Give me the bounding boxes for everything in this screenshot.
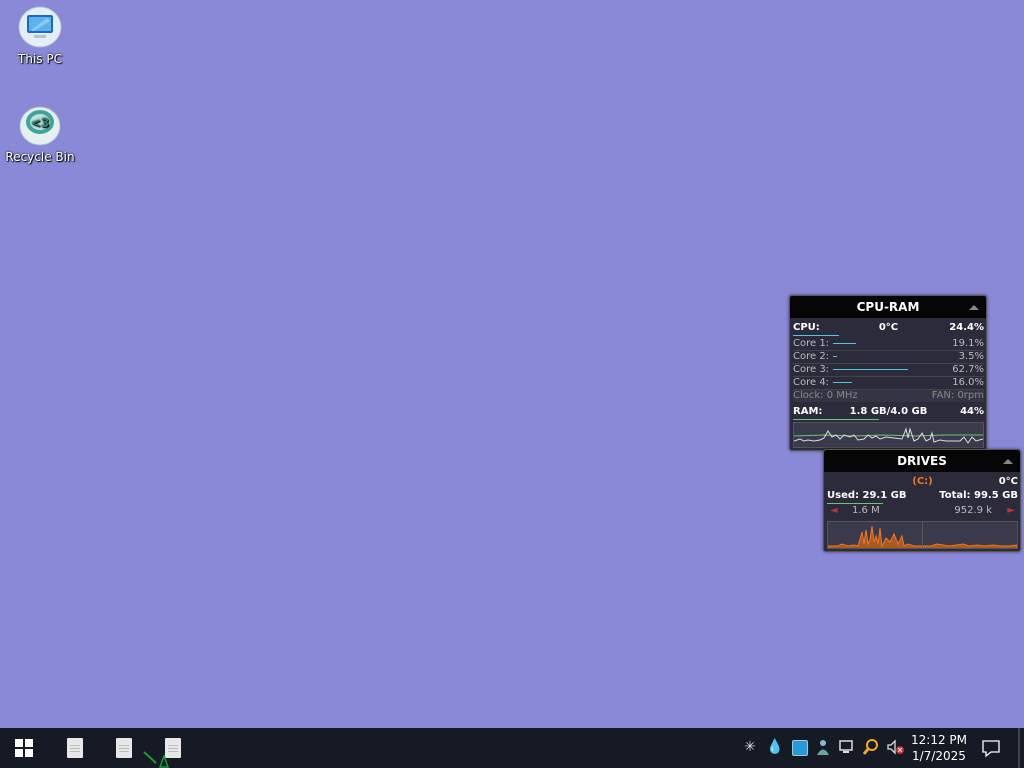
file-icon (67, 738, 83, 758)
clock-time: 12:12 PM (911, 733, 967, 747)
ram-row: RAM: 1.8 GB/4.0 GB 44% (793, 405, 984, 420)
file-icon (116, 738, 132, 758)
drives-title: DRIVES (897, 454, 947, 468)
core-label: Core 3: (793, 364, 830, 375)
clock-speed: Clock: 0 MHz (793, 390, 858, 401)
taskbar-app-button[interactable] (102, 728, 146, 768)
core-value: 16.0% (952, 377, 984, 388)
taskbar-clock[interactable]: 12:12 PM 1/7/2025 (908, 732, 970, 764)
cpu-row: CPU: 0°C 24.4% (793, 321, 984, 336)
drive-used: Used: 29.1 GB (827, 490, 907, 501)
volume-muted-icon[interactable] (886, 738, 904, 756)
core-bar (833, 382, 852, 383)
io-row: ◄ 1.6 M 952.9 k ► (827, 504, 1018, 518)
cpu-ram-gadget[interactable]: CPU-RAM CPU: 0°C 24.4% Core 1: 19.1% Cor… (789, 295, 987, 451)
drive-row: (C:) 0°C (827, 475, 1018, 489)
monitor-icon (17, 4, 63, 50)
write-arrow-icon: ► (1007, 505, 1015, 516)
core-value: 19.1% (952, 338, 984, 349)
cpu-ram-header[interactable]: CPU-RAM (790, 296, 986, 318)
drive-letter[interactable]: (C:) (827, 475, 1018, 489)
collapse-arrow-icon[interactable] (969, 305, 979, 310)
core-value: 3.5% (958, 351, 984, 362)
network-star-icon[interactable]: ✳ (741, 738, 759, 756)
fan-speed: FAN: 0rpm (931, 390, 984, 401)
taskbar: ✳ 💧 12:12 PM 1/7/2025 (0, 728, 1024, 768)
search-magnifier-icon[interactable] (862, 738, 880, 756)
cpu-ram-title: CPU-RAM (856, 300, 920, 314)
read-rate: 1.6 M (852, 505, 880, 516)
ram-usage: 1.8 GB/4.0 GB (849, 406, 928, 417)
mouse-cursor-icon (143, 751, 170, 768)
recycle-bin-icon: <3 (17, 102, 63, 148)
core-bar (833, 356, 837, 357)
core-value: 62.7% (952, 364, 984, 375)
core-label: Core 4: (793, 377, 830, 388)
show-desktop-button[interactable] (1018, 728, 1020, 768)
write-rate: 952.9 k (954, 505, 992, 516)
cpu-history-graph (793, 422, 984, 448)
core-bar (833, 369, 908, 370)
network-monitor-icon[interactable] (838, 738, 856, 756)
clock-date: 1/7/2025 (912, 749, 966, 763)
core-label: Core 2: (793, 351, 830, 362)
person-icon[interactable] (814, 738, 832, 756)
water-drop-icon[interactable]: 💧 (766, 738, 784, 756)
drive-temp: 0°C (998, 476, 1018, 487)
ram-percent: 44% (960, 406, 984, 417)
recycle-bin-desktop-icon[interactable]: <3 Recycle Bin (0, 102, 80, 164)
windows-logo-icon (15, 739, 33, 757)
collapse-arrow-icon[interactable] (1003, 459, 1013, 464)
read-arrow-icon: ◄ (830, 505, 838, 516)
taskbar-app-button[interactable] (53, 728, 97, 768)
core-bar (833, 343, 856, 344)
drives-header[interactable]: DRIVES (824, 450, 1020, 472)
core-row: Core 2: 3.5% (793, 351, 984, 364)
core-row: Core 4: 16.0% (793, 377, 984, 390)
app-square-icon[interactable] (790, 738, 808, 756)
clock-row: Clock: 0 MHz FAN: 0rpm (793, 390, 984, 402)
action-center-button[interactable] (980, 738, 1002, 758)
svg-text:<3: <3 (31, 116, 49, 130)
core-label: Core 1: (793, 338, 830, 349)
drive-total: Total: 99.5 GB (939, 490, 1018, 501)
core-row: Core 3: 62.7% (793, 364, 984, 377)
notification-icon (982, 740, 1000, 758)
cpu-total: 24.4% (949, 322, 984, 333)
this-pc-desktop-icon[interactable]: This PC (0, 4, 80, 66)
drive-usage-row: Used: 29.1 GB Total: 99.5 GB (827, 489, 1018, 504)
drive-activity-graph (827, 521, 1018, 549)
drives-gadget[interactable]: DRIVES (C:) 0°C Used: 29.1 GB Total: 99.… (823, 449, 1021, 552)
this-pc-label: This PC (18, 52, 62, 66)
core-row: Core 1: 19.1% (793, 338, 984, 351)
start-button[interactable] (2, 728, 46, 768)
recycle-bin-label: Recycle Bin (5, 150, 75, 164)
